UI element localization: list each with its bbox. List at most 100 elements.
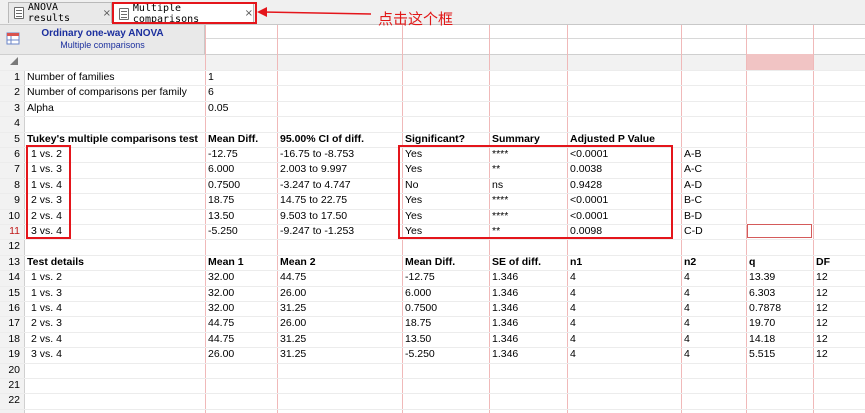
result-cell[interactable]: 2.003 to 9.997 (280, 162, 347, 177)
result-cell[interactable]: 0.7500 (208, 178, 240, 193)
comparison-label[interactable]: 2 vs. 3 (31, 316, 62, 331)
detail-cell[interactable]: -12.75 (405, 270, 435, 285)
result-cell[interactable]: 18.75 (208, 193, 234, 208)
detail-cell[interactable]: 4 (570, 316, 576, 331)
result-cell[interactable]: -9.247 to -1.253 (280, 224, 354, 239)
column-heading[interactable]: Test details (27, 255, 84, 270)
column-heading[interactable]: q (749, 255, 755, 270)
detail-cell[interactable]: 32.00 (208, 286, 234, 301)
detail-cell[interactable]: 26.00 (208, 347, 234, 362)
result-cell[interactable]: 9.503 to 17.50 (280, 209, 347, 224)
detail-cell[interactable]: 4 (570, 347, 576, 362)
detail-cell[interactable]: 4 (684, 270, 690, 285)
detail-cell[interactable]: 32.00 (208, 270, 234, 285)
detail-cell[interactable]: 13.50 (405, 332, 431, 347)
row-number[interactable]: 17 (0, 316, 20, 331)
detail-cell[interactable]: 0.7878 (749, 301, 781, 316)
row-number[interactable]: 16 (0, 301, 20, 316)
detail-cell[interactable]: 4 (684, 347, 690, 362)
summary-value[interactable]: 1 (208, 70, 214, 85)
select-all-corner-icon[interactable] (10, 57, 18, 65)
detail-cell[interactable]: 5.515 (749, 347, 775, 362)
detail-cell[interactable]: 12 (816, 347, 828, 362)
detail-cell[interactable]: 6.000 (405, 286, 431, 301)
row-number[interactable]: 5 (0, 132, 20, 147)
detail-cell[interactable]: 44.75 (208, 316, 234, 331)
close-icon[interactable]: × (103, 8, 111, 19)
comparison-label[interactable]: 1 vs. 4 (31, 301, 62, 316)
result-cell[interactable]: A-B (684, 147, 702, 162)
detail-cell[interactable]: -5.250 (405, 347, 435, 362)
column-heading[interactable]: Mean Diff. (405, 255, 455, 270)
column-heading[interactable]: 95.00% CI of diff. (280, 132, 364, 147)
summary-label[interactable]: Alpha (27, 101, 54, 116)
detail-cell[interactable]: 44.75 (208, 332, 234, 347)
row-number[interactable]: 15 (0, 286, 20, 301)
row-number[interactable]: 12 (0, 239, 20, 254)
detail-cell[interactable]: 18.75 (405, 316, 431, 331)
detail-cell[interactable]: 4 (570, 301, 576, 316)
summary-value[interactable]: 6 (208, 85, 214, 100)
detail-cell[interactable]: 1.346 (492, 332, 518, 347)
column-heading[interactable]: Mean 1 (208, 255, 244, 270)
result-cell[interactable]: B-D (684, 209, 702, 224)
detail-cell[interactable]: 12 (816, 270, 828, 285)
result-cell[interactable]: A-D (684, 178, 702, 193)
selected-column-header[interactable] (746, 54, 813, 70)
detail-cell[interactable]: 12 (816, 301, 828, 316)
column-heading[interactable]: SE of diff. (492, 255, 541, 270)
detail-cell[interactable]: 12 (816, 332, 828, 347)
row-number[interactable]: 7 (0, 162, 20, 177)
row-number[interactable]: 4 (0, 116, 20, 131)
column-heading[interactable]: n2 (684, 255, 696, 270)
result-cell[interactable]: C-D (684, 224, 703, 239)
detail-cell[interactable]: 4 (570, 286, 576, 301)
detail-cell[interactable]: 4 (684, 301, 690, 316)
result-cell[interactable]: -12.75 (208, 147, 238, 162)
row-number[interactable]: 21 (0, 378, 20, 393)
row-number[interactable]: 11 (0, 224, 20, 239)
detail-cell[interactable]: 4 (684, 332, 690, 347)
detail-cell[interactable]: 1.346 (492, 286, 518, 301)
detail-cell[interactable]: 6.303 (749, 286, 775, 301)
row-number[interactable]: 18 (0, 332, 20, 347)
detail-cell[interactable]: 1.346 (492, 347, 518, 362)
summary-label[interactable]: Number of families (27, 70, 115, 85)
row-number[interactable]: 1 (0, 70, 20, 85)
result-cell[interactable]: 6.000 (208, 162, 234, 177)
detail-cell[interactable]: 31.25 (280, 347, 306, 362)
detail-cell[interactable]: 12 (816, 286, 828, 301)
row-number[interactable]: 13 (0, 255, 20, 270)
result-cell[interactable]: -5.250 (208, 224, 238, 239)
comparison-label[interactable]: 2 vs. 4 (31, 332, 62, 347)
detail-cell[interactable]: 12 (816, 316, 828, 331)
column-heading[interactable]: Mean 2 (280, 255, 316, 270)
selected-cell[interactable] (747, 224, 812, 238)
result-cell[interactable]: -16.75 to -8.753 (280, 147, 354, 162)
column-heading[interactable]: n1 (570, 255, 582, 270)
result-cell[interactable]: B-C (684, 193, 702, 208)
column-heading[interactable]: Mean Diff. (208, 132, 258, 147)
row-number[interactable]: 20 (0, 363, 20, 378)
detail-cell[interactable]: 13.39 (749, 270, 775, 285)
row-number[interactable]: 14 (0, 270, 20, 285)
row-number[interactable]: 10 (0, 209, 20, 224)
row-number[interactable]: 6 (0, 147, 20, 162)
detail-cell[interactable]: 14.18 (749, 332, 775, 347)
detail-cell[interactable]: 1.346 (492, 316, 518, 331)
row-number[interactable]: 19 (0, 347, 20, 362)
detail-cell[interactable]: 1.346 (492, 301, 518, 316)
detail-cell[interactable]: 0.7500 (405, 301, 437, 316)
detail-cell[interactable]: 44.75 (280, 270, 306, 285)
detail-cell[interactable]: 4 (570, 332, 576, 347)
row-number[interactable]: 8 (0, 178, 20, 193)
detail-cell[interactable]: 26.00 (280, 286, 306, 301)
tab-anova-results[interactable]: ANOVA results × (8, 2, 112, 24)
result-cell[interactable]: 13.50 (208, 209, 234, 224)
row-number[interactable]: 9 (0, 193, 20, 208)
detail-cell[interactable]: 1.346 (492, 270, 518, 285)
comparison-label[interactable]: 1 vs. 3 (31, 286, 62, 301)
comparison-label[interactable]: 3 vs. 4 (31, 347, 62, 362)
detail-cell[interactable]: 26.00 (280, 316, 306, 331)
comparison-label[interactable]: 1 vs. 2 (31, 270, 62, 285)
